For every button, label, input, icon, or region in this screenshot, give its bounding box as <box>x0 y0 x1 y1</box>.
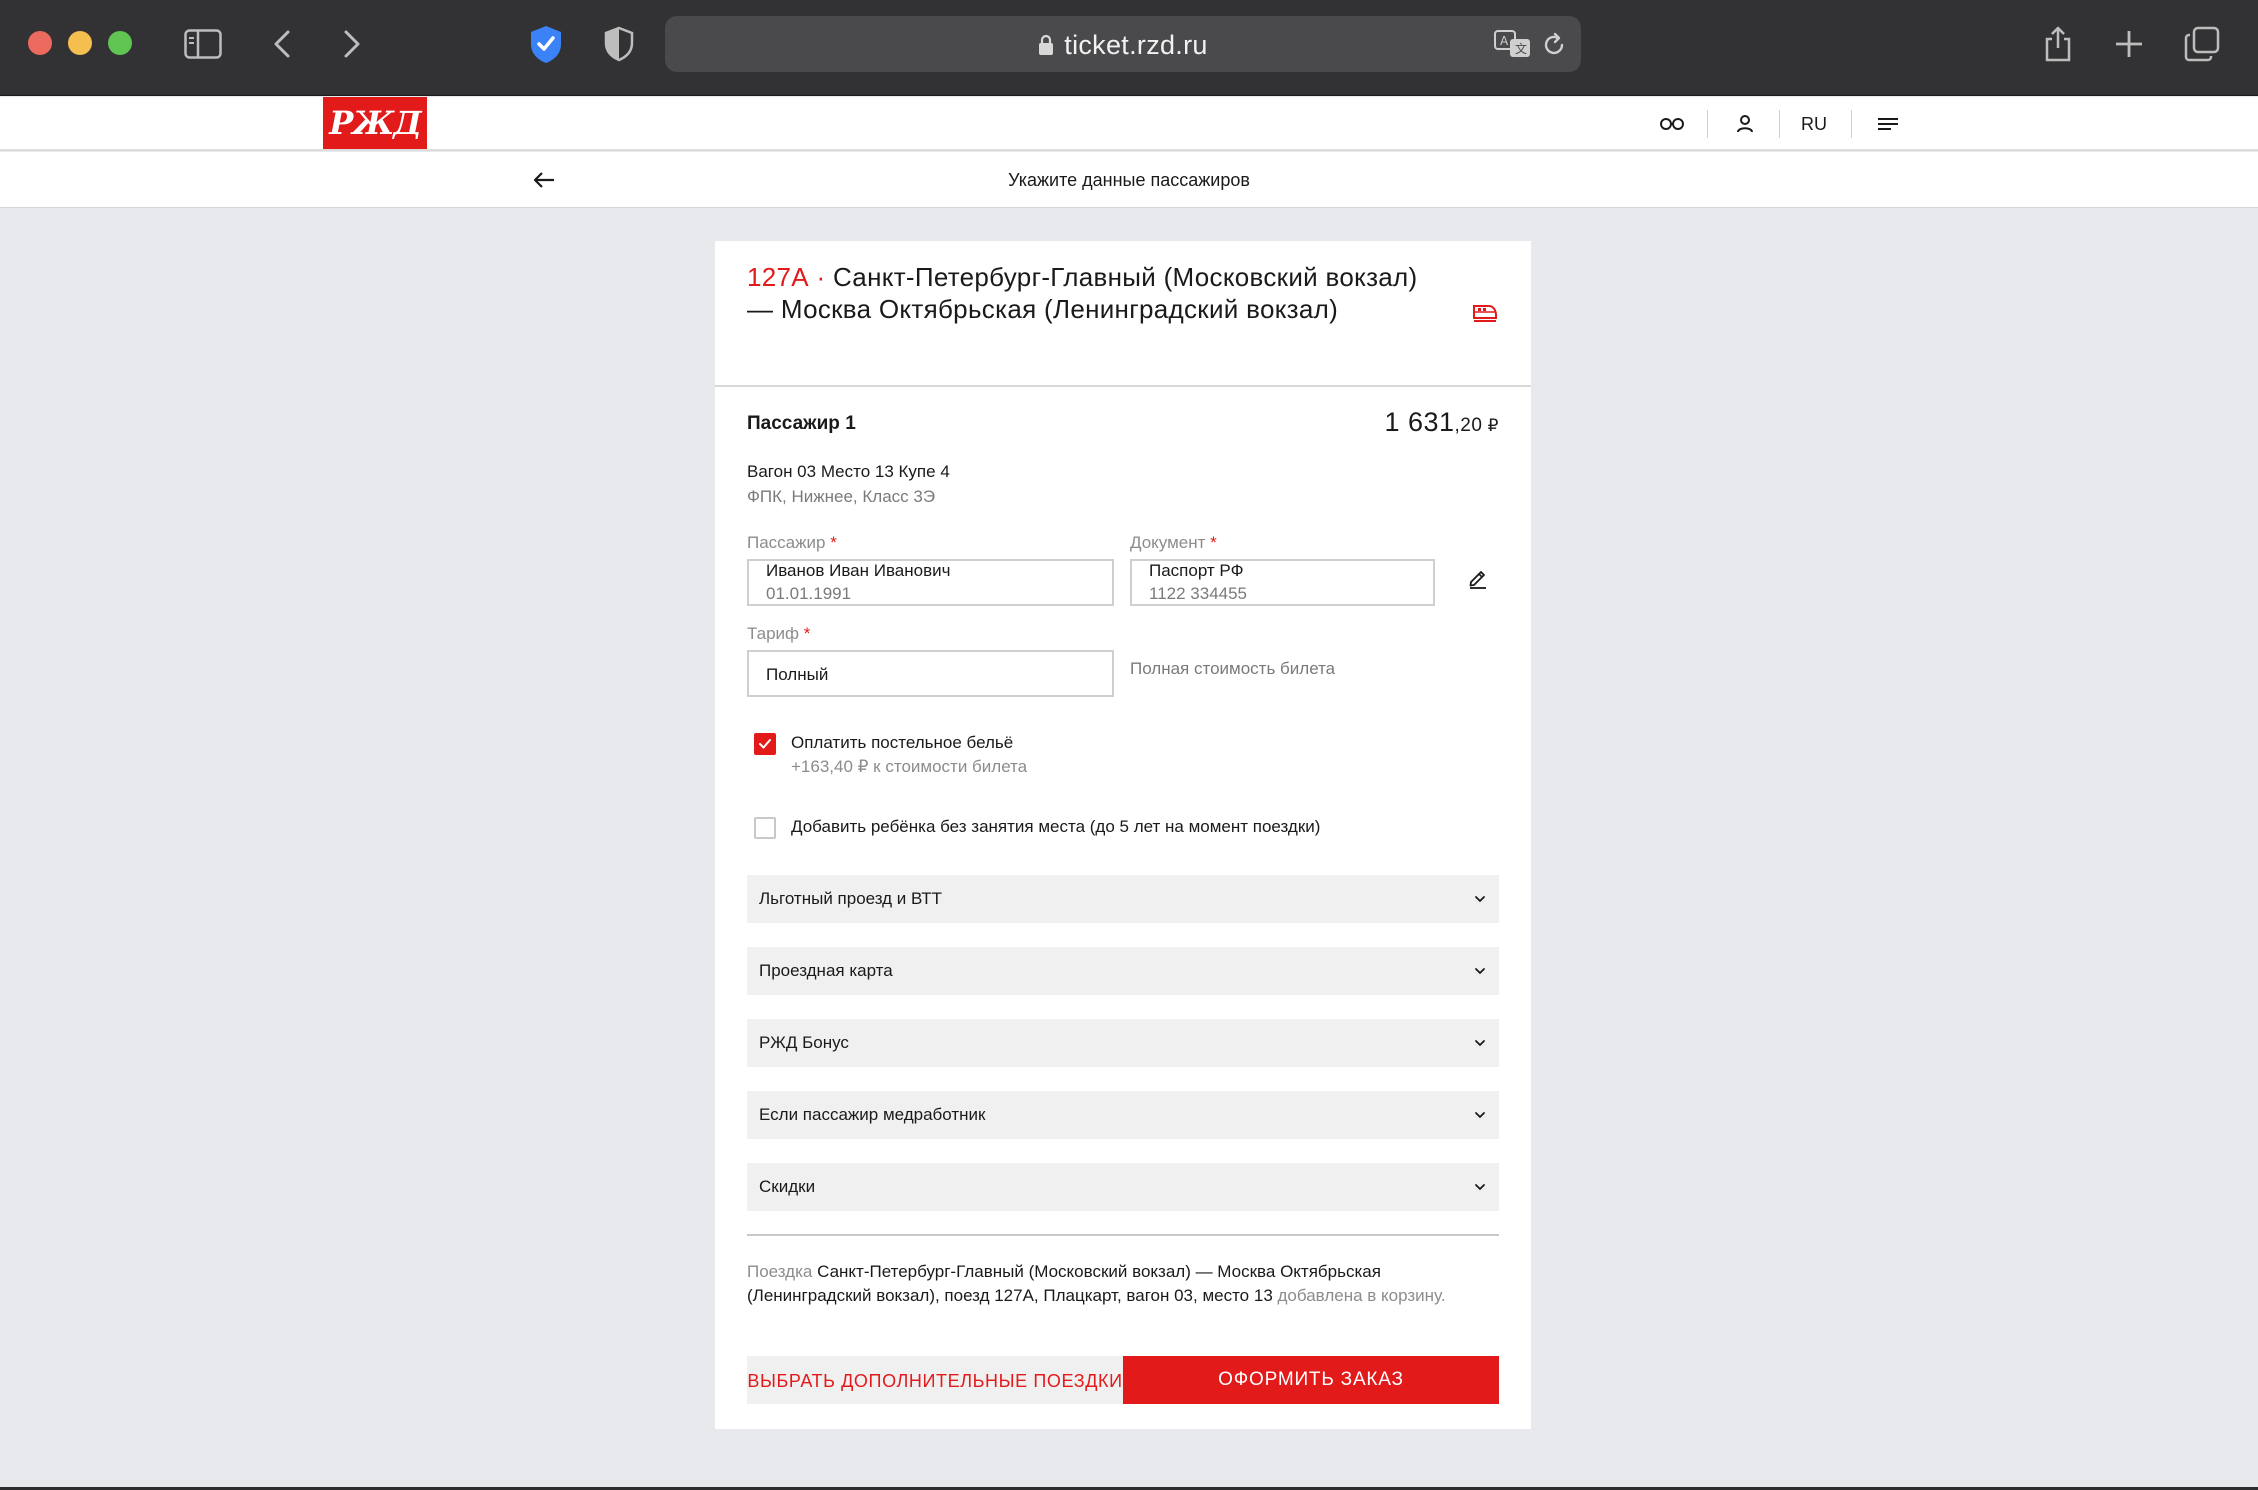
checkout-button[interactable]: ОФОРМИТЬ ЗАКАЗ <box>1123 1356 1499 1404</box>
share-icon[interactable] <box>2036 22 2080 66</box>
document-select[interactable]: Паспорт РФ 1122 334455 <box>1130 559 1435 606</box>
document-field-label: Документ * <box>1130 533 1217 552</box>
content-blocker-icon[interactable] <box>597 22 641 66</box>
trip-route: Санкт-Петербург-Главный (Московский вокз… <box>747 262 1418 324</box>
user-account-icon[interactable] <box>1729 107 1761 141</box>
browser-toolbar: ticket.rzd.ru A文 <box>0 0 2258 96</box>
select-more-trips-button[interactable]: ВЫБРАТЬ ДОПОЛНИТЕЛЬНЫЕ ПОЕЗДКИ <box>747 1356 1123 1404</box>
passenger-select[interactable]: Иванов Иван Иванович 01.01.1991 <box>747 559 1114 606</box>
accordion-label: Если пассажир медработник <box>759 1105 986 1124</box>
document-type: Паспорт РФ <box>1149 561 1244 580</box>
seat-details: ФПК, Нижнее, Класс 3Э <box>747 487 936 506</box>
price-rubles: 1 631 <box>1384 407 1455 437</box>
accordion-benefits[interactable]: Льготный проезд и ВТТ <box>747 875 1499 923</box>
maximize-window-button[interactable] <box>108 31 132 55</box>
forward-nav-icon[interactable] <box>330 22 374 66</box>
reload-icon[interactable] <box>1541 32 1567 63</box>
accordion-label: Скидки <box>759 1177 816 1196</box>
passenger-card: 127А · Санкт-Петербург-Главный (Московск… <box>715 241 1531 1429</box>
rzd-logo[interactable]: РЖД <box>323 97 427 149</box>
document-number: 1122 334455 <box>1149 584 1248 603</box>
tariff-select[interactable]: Полный <box>747 650 1114 697</box>
minimize-window-button[interactable] <box>68 31 92 55</box>
add-child-label: Добавить ребёнка без занятия места (до 5… <box>791 817 1321 836</box>
accordion-label: Проездная карта <box>759 961 893 980</box>
chevron-down-icon <box>1475 968 1485 974</box>
back-nav-icon[interactable] <box>260 22 304 66</box>
page-title: Укажите данные пассажиров <box>1008 170 1250 190</box>
accordion-rzd-bonus[interactable]: РЖД Бонус <box>747 1019 1499 1067</box>
accordion-label: РЖД Бонус <box>759 1033 849 1052</box>
address-bar[interactable]: ticket.rzd.ru A文 <box>665 16 1581 72</box>
site-header: РЖД RU <box>0 97 2258 151</box>
svg-text:A: A <box>1500 34 1509 48</box>
privacy-shield-icon[interactable] <box>524 22 568 66</box>
card-divider <box>715 385 1531 387</box>
basket-suffix: добавлена в корзину. <box>1277 1286 1446 1305</box>
basket-prefix: Поездка <box>747 1262 813 1281</box>
chevron-down-icon <box>1475 896 1485 902</box>
ticket-price: 1 631,20 ₽ <box>1384 407 1499 438</box>
basket-notice: Поездка Санкт-Петербург-Главный (Московс… <box>747 1260 1447 1308</box>
tariff-note: Полная стоимость билета <box>1130 659 1336 678</box>
edit-pencil-icon[interactable] <box>1467 567 1491 591</box>
section-divider <box>747 1234 1499 1236</box>
train-icon[interactable] <box>1472 301 1498 325</box>
passenger-title: Пассажир 1 <box>747 413 856 434</box>
tab-overview-icon[interactable] <box>2180 22 2224 66</box>
seat-info: Вагон 03 Место 13 Купе 4 <box>747 462 950 481</box>
checkmark-icon <box>759 739 771 749</box>
sidebar-toggle-icon[interactable] <box>181 22 225 66</box>
accordion-label: Льготный проезд и ВТТ <box>759 889 942 908</box>
train-number: 127А <box>747 262 809 292</box>
header-divider <box>1851 110 1852 138</box>
translate-icon[interactable]: A文 <box>1493 28 1533 65</box>
page-subheader: Укажите данные пассажиров <box>0 152 2258 208</box>
chevron-down-icon <box>1475 1184 1485 1190</box>
passenger-name: Иванов Иван Иванович <box>766 561 951 580</box>
close-window-button[interactable] <box>28 31 52 55</box>
trip-title: 127А · Санкт-Петербург-Главный (Московск… <box>747 261 1427 325</box>
tariff-value: Полный <box>766 665 829 684</box>
url-text: ticket.rzd.ru <box>1064 30 1208 60</box>
header-divider <box>1707 110 1708 138</box>
header-divider <box>1779 110 1780 138</box>
title-separator: · <box>808 262 833 292</box>
linen-checkbox[interactable] <box>754 733 776 755</box>
tariff-field-label: Тариф * <box>747 624 811 643</box>
accessibility-glasses-icon[interactable] <box>1656 107 1688 141</box>
price-currency: ₽ <box>1482 416 1499 435</box>
passenger-birthdate: 01.01.1991 <box>766 584 852 603</box>
chevron-down-icon <box>1475 1112 1485 1118</box>
new-tab-icon[interactable] <box>2107 22 2151 66</box>
price-kopecks: ,20 <box>1454 415 1483 436</box>
passenger-field-label: Пассажир * <box>747 533 837 552</box>
add-child-checkbox[interactable] <box>754 817 776 839</box>
accordion-travel-card[interactable]: Проездная карта <box>747 947 1499 995</box>
accordion-discounts[interactable]: Скидки <box>747 1163 1499 1211</box>
linen-price-note: +163,40 ₽ к стоимости билета <box>791 757 1028 776</box>
menu-icon[interactable] <box>1872 107 1904 141</box>
linen-label: Оплатить постельное бельё <box>791 733 1014 752</box>
svg-text:文: 文 <box>1515 41 1527 56</box>
lock-icon <box>1038 32 1054 63</box>
chevron-down-icon <box>1475 1040 1485 1046</box>
language-switcher[interactable]: RU <box>1797 107 1831 141</box>
accordion-medical-worker[interactable]: Если пассажир медработник <box>747 1091 1499 1139</box>
